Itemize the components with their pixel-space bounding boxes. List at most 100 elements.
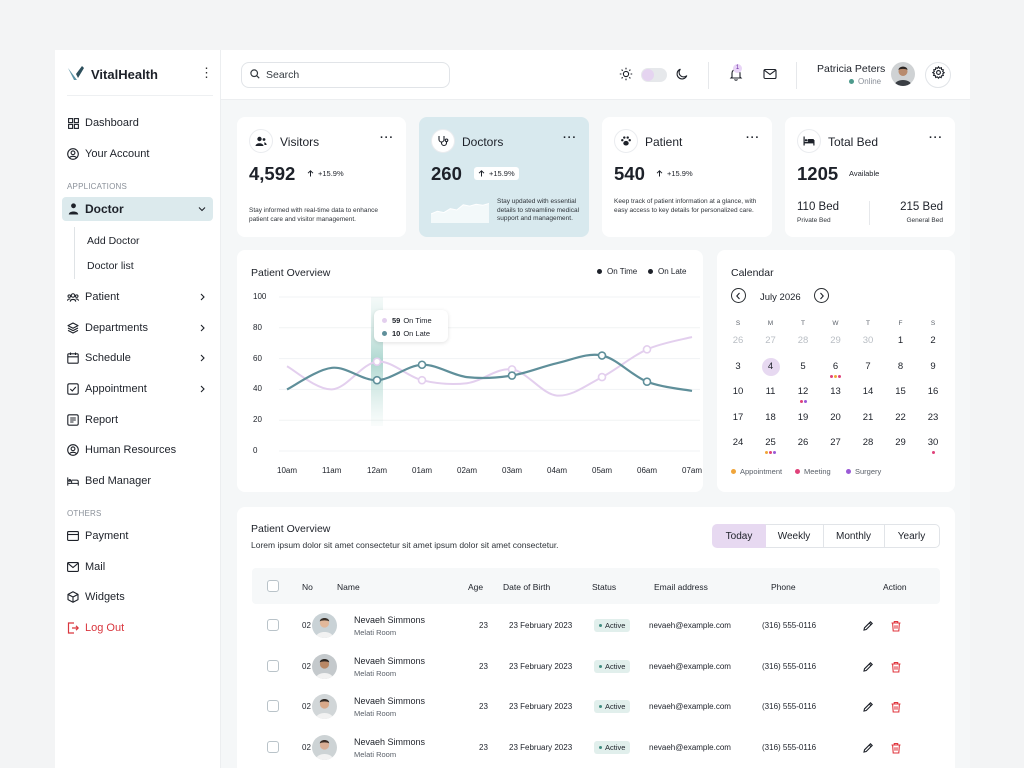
- more-horizontal-icon[interactable]: ···: [380, 132, 394, 144]
- edit-icon[interactable]: [862, 660, 874, 672]
- table-row[interactable]: 02 23 23 February 2023 nevaeh@example.com (3…: [252, 606, 940, 645]
- calendar-day[interactable]: 24: [728, 434, 748, 452]
- delete-icon[interactable]: [890, 741, 902, 754]
- more-vertical-icon[interactable]: ⋮: [200, 66, 213, 80]
- delete-icon[interactable]: [890, 619, 902, 632]
- more-horizontal-icon[interactable]: ···: [929, 132, 943, 144]
- sun-icon[interactable]: [619, 67, 633, 81]
- data-point[interactable]: [417, 360, 427, 370]
- data-point[interactable]: [372, 357, 382, 366]
- prev-month-button[interactable]: [731, 288, 746, 303]
- sidebar-item-schedule[interactable]: Schedule: [62, 346, 213, 370]
- calendar-day[interactable]: 16: [923, 383, 943, 401]
- calendar-day[interactable]: 26: [728, 332, 748, 350]
- calendar-day[interactable]: 29: [826, 332, 846, 350]
- calendar-day[interactable]: 21: [858, 409, 878, 427]
- sidebar-item-departments[interactable]: Departments: [62, 316, 213, 340]
- calendar-day[interactable]: 13: [826, 383, 846, 401]
- data-point[interactable]: [642, 345, 652, 354]
- more-horizontal-icon[interactable]: ···: [746, 132, 760, 144]
- table-row[interactable]: 02 23 23 February 2023 nevaeh@example.com (3…: [252, 728, 940, 768]
- sidebar-item-doctor[interactable]: Doctor: [62, 197, 213, 221]
- calendar-day[interactable]: 12: [793, 383, 813, 401]
- filter-tab-today[interactable]: Today: [712, 524, 766, 548]
- settings-button[interactable]: [925, 62, 951, 88]
- patient-name[interactable]: Nevaeh Simmons: [354, 615, 425, 625]
- data-point[interactable]: [372, 375, 382, 385]
- calendar-day[interactable]: 9: [923, 358, 943, 376]
- calendar-day[interactable]: 30: [923, 434, 943, 452]
- calendar-day[interactable]: 26: [793, 434, 813, 452]
- calendar-day[interactable]: 6: [826, 358, 846, 376]
- sidebar-item-dashboard[interactable]: Dashboard: [62, 111, 213, 135]
- patient-name[interactable]: Nevaeh Simmons: [354, 696, 425, 706]
- calendar-day[interactable]: 27: [761, 332, 781, 350]
- calendar-day[interactable]: 25: [761, 434, 781, 452]
- calendar-day[interactable]: 14: [858, 383, 878, 401]
- next-month-button[interactable]: [814, 288, 829, 303]
- sidebar-item-logout[interactable]: Log Out: [62, 616, 213, 640]
- sidebar-item-patient[interactable]: Patient: [62, 285, 213, 309]
- patient-name[interactable]: Nevaeh Simmons: [354, 737, 425, 747]
- theme-toggle[interactable]: [641, 68, 667, 82]
- filter-tab-weekly[interactable]: Weekly: [765, 524, 824, 548]
- row-checkbox[interactable]: [267, 659, 279, 672]
- calendar-day[interactable]: 8: [891, 358, 911, 376]
- calendar-day[interactable]: 29: [891, 434, 911, 452]
- calendar-day[interactable]: 27: [826, 434, 846, 452]
- filter-tab-monthly[interactable]: Monthly: [823, 524, 885, 548]
- filter-tab-yearly[interactable]: Yearly: [884, 524, 940, 548]
- row-checkbox[interactable]: [267, 741, 279, 754]
- edit-icon[interactable]: [862, 619, 874, 631]
- sidebar-item-payment[interactable]: Payment: [62, 524, 213, 548]
- mail-icon[interactable]: [763, 67, 777, 81]
- moon-icon[interactable]: [675, 67, 689, 81]
- avatar[interactable]: [891, 62, 915, 86]
- sidebar-item-appointment[interactable]: Appointment: [62, 377, 213, 401]
- calendar-day[interactable]: 1: [891, 332, 911, 350]
- calendar-day[interactable]: 4: [761, 357, 780, 376]
- sidebar-item-report[interactable]: Report: [62, 408, 213, 432]
- calendar-day[interactable]: 18: [761, 409, 781, 427]
- data-point[interactable]: [597, 351, 607, 360]
- calendar-day[interactable]: 17: [728, 409, 748, 427]
- data-point[interactable]: [417, 375, 427, 385]
- sidebar-subitem-doctor-list[interactable]: Doctor list: [87, 260, 134, 272]
- row-checkbox[interactable]: [267, 700, 279, 713]
- sidebar-item-widgets[interactable]: Widgets: [62, 585, 213, 609]
- sidebar-item-mail[interactable]: Mail: [62, 555, 213, 579]
- calendar-day[interactable]: 22: [891, 409, 911, 427]
- table-row[interactable]: 02 23 23 February 2023 nevaeh@example.com (3…: [252, 687, 940, 727]
- calendar-day[interactable]: 19: [793, 409, 813, 427]
- table-row[interactable]: 02 23 23 February 2023 nevaeh@example.com (3…: [252, 646, 940, 686]
- brand[interactable]: VitalHealth ⋮: [67, 64, 213, 84]
- sidebar-item-bed-manager[interactable]: Bed Manager: [62, 469, 213, 493]
- edit-icon[interactable]: [862, 741, 874, 753]
- data-point[interactable]: [597, 372, 607, 382]
- calendar-day[interactable]: 20: [826, 409, 846, 427]
- edit-icon[interactable]: [862, 700, 874, 713]
- calendar-day[interactable]: 28: [858, 434, 878, 452]
- calendar-day[interactable]: 5: [793, 358, 813, 376]
- patient-name[interactable]: Nevaeh Simmons: [354, 656, 425, 666]
- select-all-checkbox[interactable]: [267, 580, 279, 592]
- calendar-day[interactable]: 28: [793, 332, 813, 350]
- calendar-day[interactable]: 7: [858, 358, 878, 376]
- calendar-day[interactable]: 2: [923, 332, 943, 350]
- search-input[interactable]: Search: [241, 62, 450, 88]
- calendar-day[interactable]: 10: [728, 383, 748, 401]
- data-point[interactable]: [642, 377, 652, 386]
- data-point[interactable]: [507, 371, 517, 380]
- delete-icon[interactable]: [890, 660, 902, 673]
- delete-icon[interactable]: [890, 700, 902, 713]
- sidebar-subitem-add-doctor[interactable]: Add Doctor: [87, 235, 140, 247]
- row-checkbox[interactable]: [267, 619, 279, 631]
- user-name[interactable]: Patricia Peters: [817, 63, 885, 75]
- calendar-day[interactable]: 11: [761, 383, 781, 401]
- sidebar-item-human-resources[interactable]: Human Resources: [62, 438, 213, 462]
- more-horizontal-icon[interactable]: ···: [563, 132, 577, 144]
- calendar-day[interactable]: 3: [728, 358, 748, 376]
- calendar-day[interactable]: 23: [923, 409, 943, 427]
- calendar-day[interactable]: 30: [858, 332, 878, 350]
- sidebar-item-your-account[interactable]: Your Account: [62, 142, 213, 166]
